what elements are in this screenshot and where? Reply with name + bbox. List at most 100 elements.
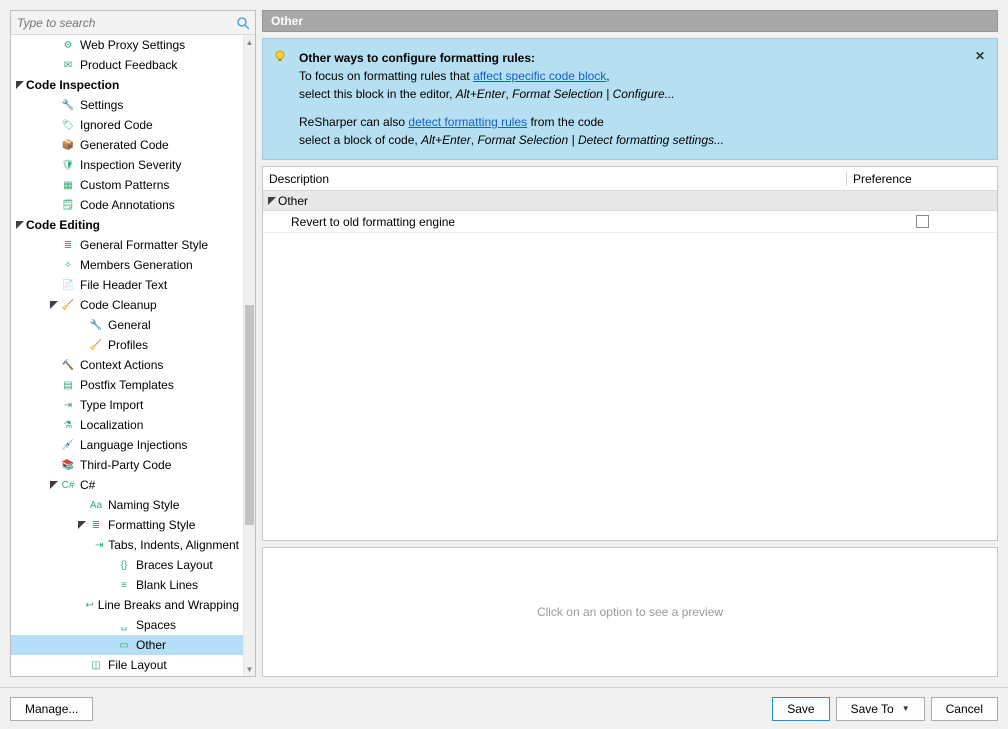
chevron-down-icon[interactable] <box>15 80 25 90</box>
tree-item-label: Settings <box>80 98 123 112</box>
twisty-blank <box>49 400 59 410</box>
scroll-up-icon[interactable]: ▲ <box>244 35 255 49</box>
tree-item-product-feedback[interactable]: ✉Product Feedback <box>11 55 243 75</box>
info-line3: ReSharper can also detect formatting rul… <box>299 113 985 131</box>
twisty-blank <box>49 360 59 370</box>
options-tree[interactable]: ⚙Web Proxy Settings✉Product FeedbackCode… <box>11 35 243 676</box>
import-icon: ⇥ <box>60 397 76 413</box>
tree-item-label: Code Cleanup <box>80 298 157 312</box>
tree-item-label: Third-Party Code <box>80 458 171 472</box>
tree-item-postfix-templates[interactable]: ▤Postfix Templates <box>11 375 243 395</box>
wrench-icon: 🔧 <box>60 97 76 113</box>
cancel-button[interactable]: Cancel <box>931 697 998 721</box>
tree-item-custom-patterns[interactable]: ▦ Custom Patterns <box>11 175 243 195</box>
tree-item-file-layout[interactable]: ◫File Layout <box>11 655 243 675</box>
chevron-down-icon[interactable] <box>49 480 59 490</box>
twisty-blank <box>49 100 59 110</box>
col-description[interactable]: Description <box>263 172 847 186</box>
tree-item-label: Generated Code <box>80 138 169 152</box>
link-affect-block[interactable]: affect specific code block <box>473 69 606 83</box>
tree-item-profiles[interactable]: 🧹Profiles <box>11 335 243 355</box>
tree-item-general[interactable]: 🔧General <box>11 315 243 335</box>
twisty-blank <box>49 280 59 290</box>
tree-item-general-formatter-style[interactable]: ≣General Formatter Style <box>11 235 243 255</box>
tree-item-label: Ignored Code <box>80 118 153 132</box>
tree-item-code-cleanup[interactable]: 🧹Code Cleanup <box>11 295 243 315</box>
tree-item-inspection-severity[interactable]: 🛡Inspection Severity <box>11 155 243 175</box>
chevron-down-icon[interactable] <box>77 520 87 530</box>
tree-item-line-breaks-and-wrapping[interactable]: ↩Line Breaks and Wrapping <box>11 595 243 615</box>
table-group-other[interactable]: Other <box>263 191 997 211</box>
twisty-blank <box>77 500 87 510</box>
twisty-blank <box>49 180 59 190</box>
tree-item-ignored-code[interactable]: 🏷Ignored Code <box>11 115 243 135</box>
chevron-down-icon[interactable] <box>15 220 25 230</box>
table-body: Other Revert to old formatting engine <box>263 191 997 540</box>
preview-text: Click on an option to see a preview <box>537 605 723 619</box>
twisty-blank <box>105 560 115 570</box>
format-icon: ≣ <box>60 237 76 253</box>
tree-item-settings[interactable]: 🔧 Settings <box>11 95 243 115</box>
tree-item-label: Postfix Templates <box>80 378 174 392</box>
tree-item-context-actions[interactable]: 🔨 Context Actions <box>11 355 243 375</box>
tree-item-label: File Layout <box>108 658 167 672</box>
search-icon[interactable] <box>235 15 251 31</box>
close-icon[interactable]: ✕ <box>975 47 989 61</box>
tree-item-braces-layout[interactable]: {}Braces Layout <box>11 555 243 575</box>
scroll-down-icon[interactable]: ▼ <box>244 662 255 676</box>
col-preference[interactable]: Preference <box>847 172 997 186</box>
tree-item-spaces[interactable]: ␣Spaces <box>11 615 243 635</box>
gear-blue-icon: ⚙ <box>60 37 76 53</box>
tree-item-code-inspection[interactable]: Code Inspection <box>11 75 243 95</box>
tree-item-type-import[interactable]: ⇥Type Import <box>11 395 243 415</box>
tree-item-c-[interactable]: C#C# <box>11 475 243 495</box>
scroll-thumb[interactable] <box>245 305 254 525</box>
tree-item-file-header-text[interactable]: 📄File Header Text <box>11 275 243 295</box>
manage-button[interactable]: Manage... <box>10 697 93 721</box>
tree-item-web-proxy-settings[interactable]: ⚙Web Proxy Settings <box>11 35 243 55</box>
panel-title: Other <box>262 10 998 32</box>
twisty-blank <box>105 640 115 650</box>
save-to-button[interactable]: Save To▼ <box>836 697 925 721</box>
search-input[interactable] <box>15 15 235 31</box>
twisty-blank <box>49 120 59 130</box>
tree-item-label: Blank Lines <box>136 578 198 592</box>
wrap-icon: ↩ <box>85 597 93 613</box>
grid-icon: ▦ <box>60 177 76 193</box>
tree-item-tabs-indents-alignment[interactable]: ⇥Tabs, Indents, Alignment <box>11 535 243 555</box>
tree-item-label: Context Actions <box>80 358 163 372</box>
tree-item-naming-style[interactable]: AaNaming Style <box>11 495 243 515</box>
tree-item-code-editing[interactable]: Code Editing <box>11 215 243 235</box>
tree-item-label: Members Generation <box>80 258 193 272</box>
tree-item-label: Formatting Style <box>108 518 195 532</box>
twisty-blank <box>105 620 115 630</box>
tree-item-language-injections[interactable]: 💉Language Injections <box>11 435 243 455</box>
tree-item-generated-code[interactable]: 📦Generated Code <box>11 135 243 155</box>
tree-item-label: Custom Patterns <box>80 178 169 192</box>
twisty-blank <box>105 580 115 590</box>
braces-icon: {} <box>116 557 132 573</box>
tree-item-code-annotations[interactable]: 🗒Code Annotations <box>11 195 243 215</box>
info-box: ✕ Other ways to configure formatting rul… <box>262 38 998 160</box>
row-description: Revert to old formatting engine <box>263 215 847 229</box>
tree-item-third-party-code[interactable]: 📚 Third-Party Code <box>11 455 243 475</box>
link-detect-rules[interactable]: detect formatting rules <box>408 115 527 129</box>
scrollbar[interactable]: ▲ ▼ <box>243 35 255 676</box>
chevron-down-icon[interactable] <box>49 300 59 310</box>
tree-item-members-generation[interactable]: ✧Members Generation <box>11 255 243 275</box>
save-button[interactable]: Save <box>772 697 829 721</box>
chevron-down-icon <box>267 196 277 206</box>
tree-item-blank-lines[interactable]: ≡Blank Lines <box>11 575 243 595</box>
tree-item-localization[interactable]: ⚗Localization <box>11 415 243 435</box>
lib-icon: 📚 <box>60 457 76 473</box>
hammer-icon: 🔨 <box>60 357 76 373</box>
tree-item-formatting-style[interactable]: ≣Formatting Style <box>11 515 243 535</box>
table-row[interactable]: Revert to old formatting engine <box>263 211 997 233</box>
row-checkbox[interactable] <box>916 215 929 228</box>
twisty-blank <box>49 420 59 430</box>
options-table: Description Preference Other Revert to o… <box>262 166 998 541</box>
chevron-down-icon: ▼ <box>902 704 910 713</box>
tree-item-label: C# <box>80 478 95 492</box>
tree-item-other[interactable]: ▭Other <box>11 635 243 655</box>
spaces-icon: ␣ <box>116 617 132 633</box>
